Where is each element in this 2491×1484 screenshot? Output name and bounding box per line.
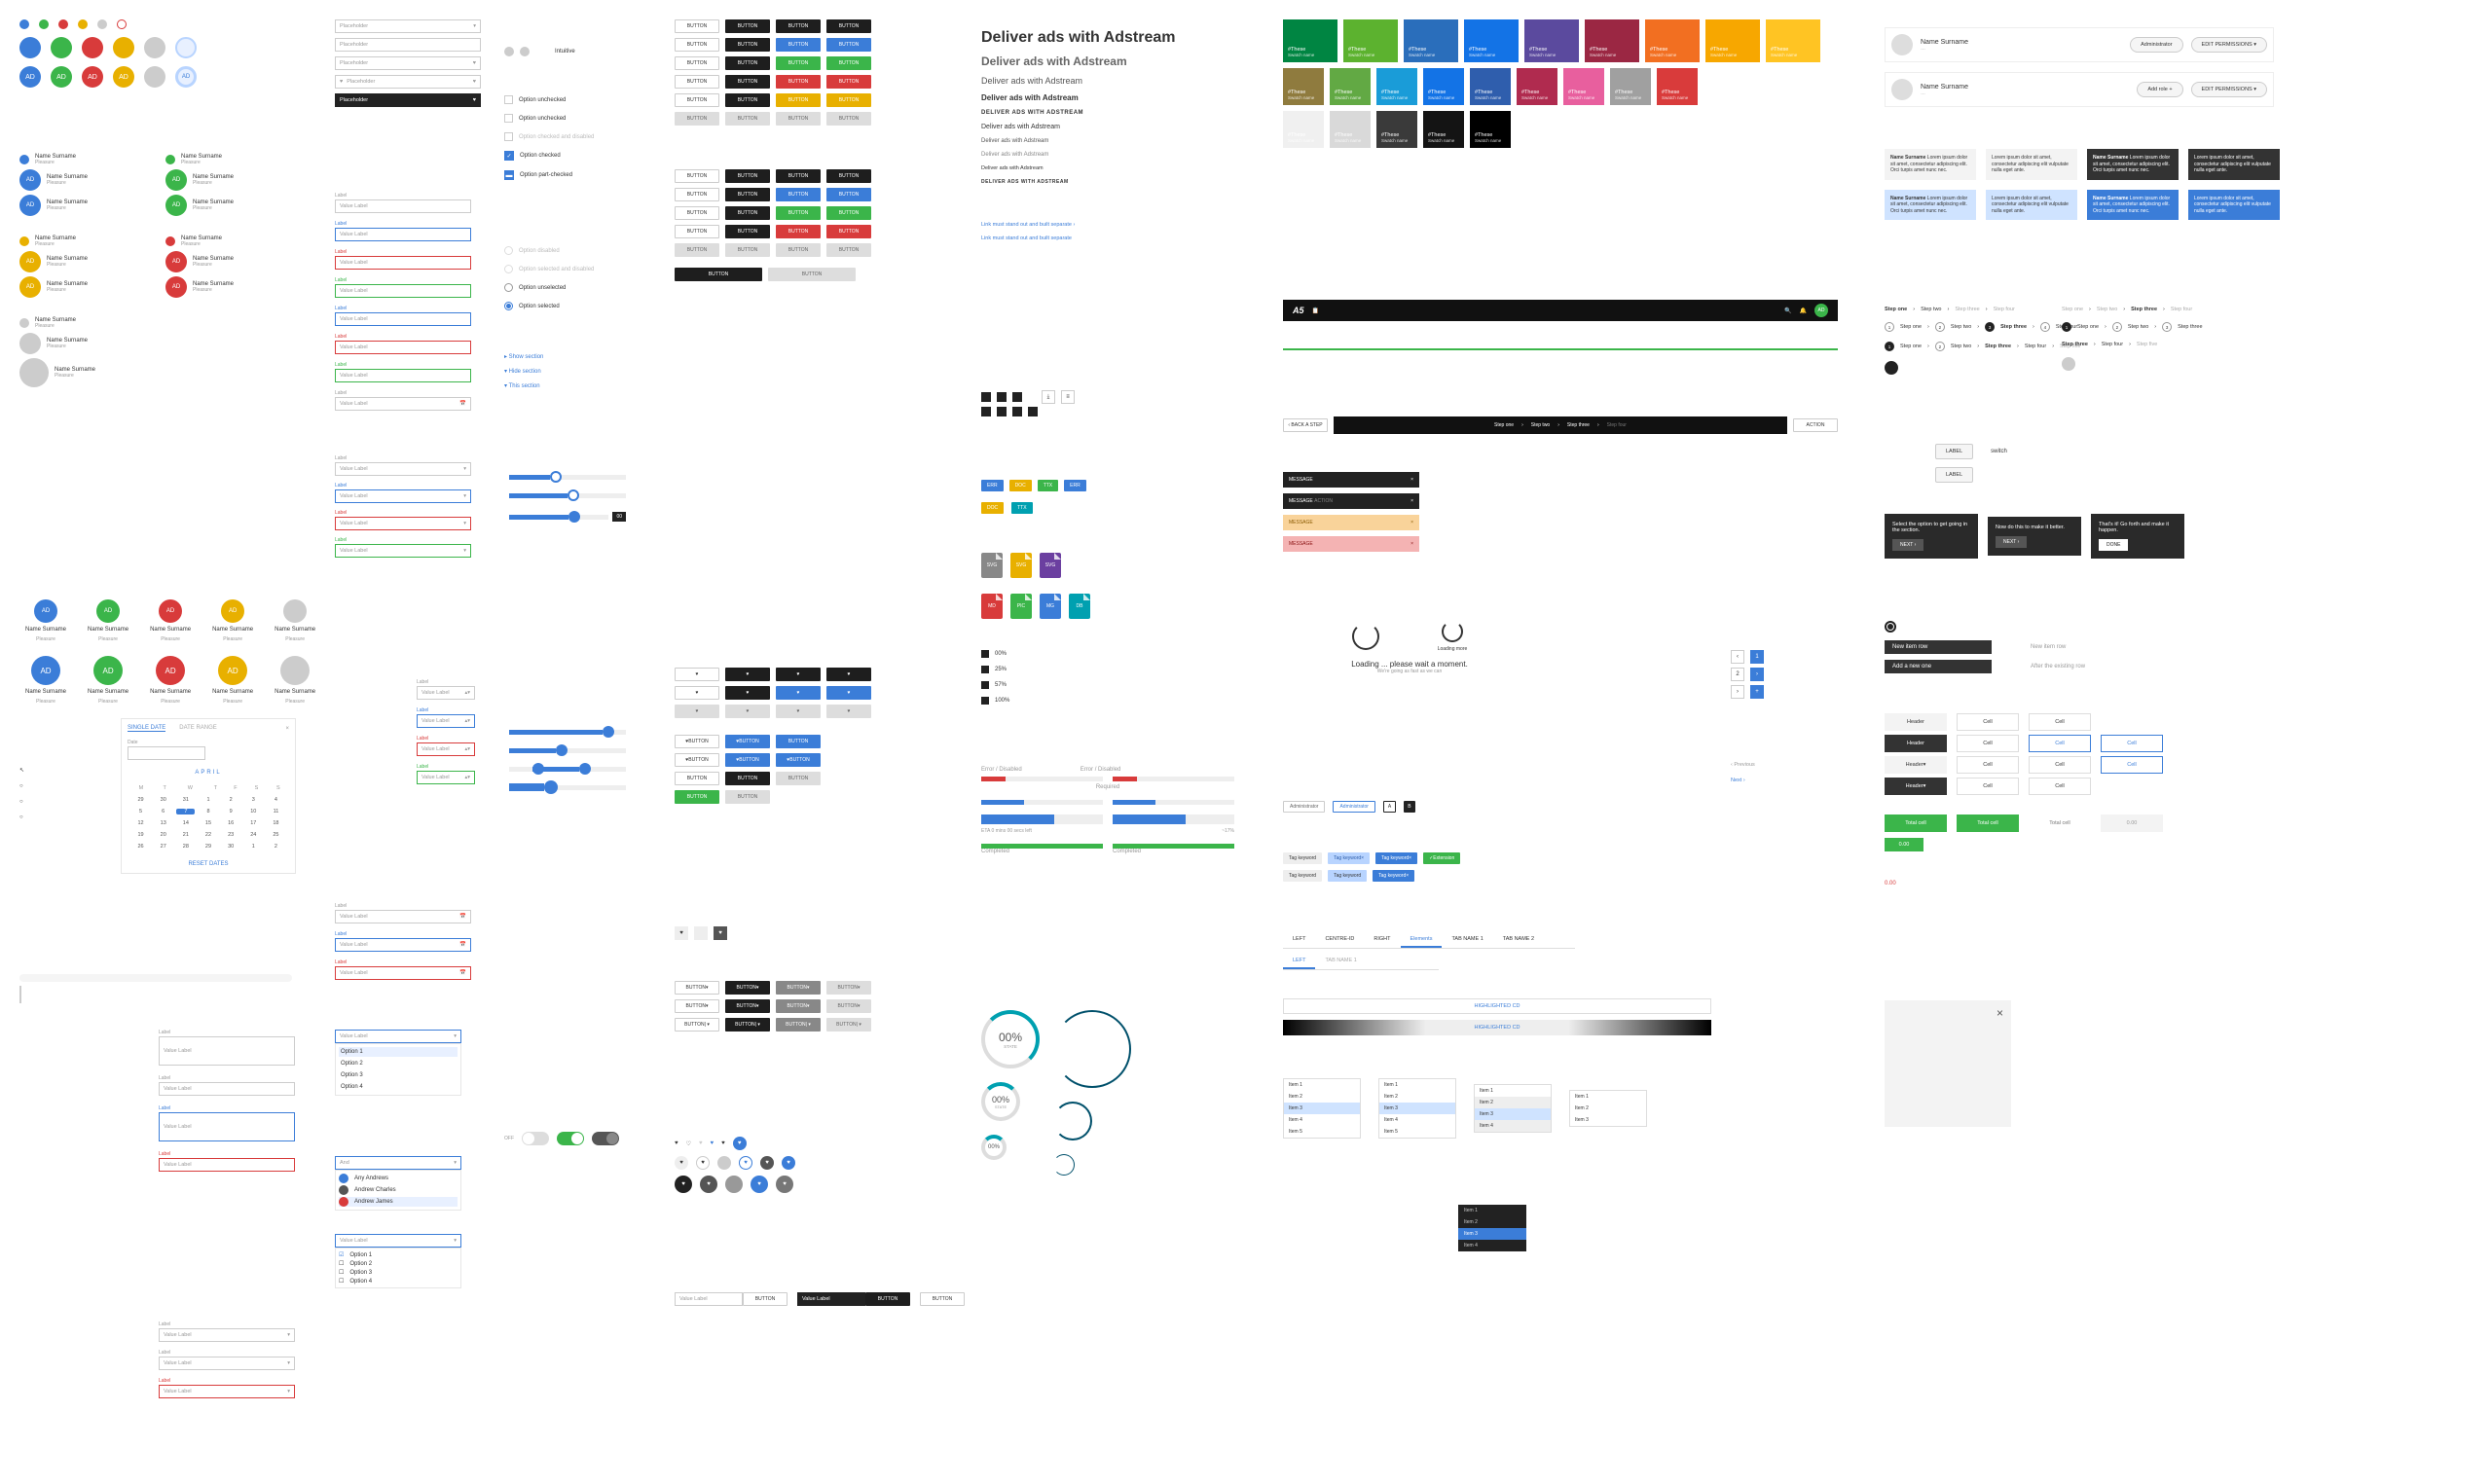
pointer-icon: ↖ — [19, 767, 24, 774]
avatar — [19, 37, 41, 58]
avatar-dot — [78, 19, 88, 29]
select-people[interactable]: And▾ Any Andrews Andrew Charles Andrew J… — [335, 1156, 461, 1211]
mini-icons: ⤓ ≡ — [981, 390, 1075, 404]
heart-icons: ♥♡♥♥♥♥ ♥ ♥ ♥ ♥ ♥ ♥ ♥ ♥ ♥ — [675, 1137, 795, 1193]
stepper-inputs: LabelValue Label▾ LabelValue Label▾ Labe… — [335, 455, 471, 558]
icon-strip: ↖ ○ ○ ○ — [19, 767, 24, 820]
switches: OFF — [504, 1132, 619, 1145]
tag-keywords: Tag keyword Tag keyword × Tag keyword × … — [1283, 852, 1460, 882]
avatar — [82, 37, 103, 58]
avatar — [144, 37, 165, 58]
cells-grid: Header Header Header ▾ Header ▾ Cell Cel… — [1885, 713, 2163, 887]
note-cards: Name Surname Lorem ipsum dolor sit amet,… — [1885, 149, 2284, 220]
calendar-inputs: LabelValue Label📅 LabelValue Label📅 Labe… — [335, 903, 471, 980]
circle-icon: ○ — [19, 783, 24, 789]
circle-icon: ○ — [19, 799, 24, 805]
dark-list[interactable]: Item 1 Item 2 Item 3 Item 4 — [1458, 1205, 1526, 1251]
radio-big[interactable] — [1885, 621, 1896, 633]
tabs[interactable]: LEFTCENTRE-IDRIGHTElementsTAB NAME 1TAB … — [1283, 932, 1575, 949]
new-item-rows: New item rowNew item row Add a new oneAf… — [1885, 640, 2196, 673]
avatar — [144, 66, 165, 88]
progress-line — [1283, 348, 1838, 350]
select-checkboxes[interactable]: Value Label▾ ☑Option 1 ☐Option 2 ☐Option… — [335, 1234, 461, 1288]
avatar-initials: AD — [175, 66, 197, 88]
square-icons: ♥ ♥ — [675, 926, 727, 940]
loading: Loading more Loading ... please wait a m… — [1283, 621, 1536, 674]
tabs-short[interactable]: LEFTTAB NAME 1 — [1283, 954, 1439, 970]
bell-icon[interactable]: 🔔 — [1800, 308, 1807, 314]
breadcrumb-steppers-2: Step one › Step two › Step three › Step … — [2062, 307, 2203, 371]
donuts: 00%STATE 00%STATE 00% — [981, 1010, 1131, 1176]
input-variants: Placeholder▾ Placeholder Placeholder♥ ♥P… — [335, 19, 481, 107]
checkboxes: Option unchecked Option unchecked Option… — [504, 95, 594, 180]
pills: LABELswitch LABEL — [1935, 444, 2007, 483]
list-boxes: Item 1Item 2Item 3Item 4Item 5 Item 1Ite… — [1283, 1078, 1647, 1139]
avatar-dot — [39, 19, 49, 29]
avatar-initials: AD — [113, 66, 134, 88]
tooltip-cards: Select the option to get going in the se… — [1885, 514, 2184, 559]
file-badges: SVG SVG SVG — [981, 553, 1061, 578]
percent-rows: 00% 25% 57% 100% — [981, 650, 1009, 705]
avatar — [175, 37, 197, 58]
avatar-stack: ADName SurnamePleasure ADName SurnamePle… — [25, 599, 315, 705]
far-selects: LabelValue Label▾ LabelValue Label▾ Labe… — [159, 1321, 295, 1398]
date-input[interactable] — [128, 746, 205, 760]
palette-grid: #TheseSwatch name#TheseSwatch name#These… — [1283, 19, 1820, 148]
avatar-list: Name SurnamePleasure ADName SurnamePleas… — [19, 154, 165, 387]
radios: Option disabled Option selected and disa… — [504, 246, 594, 310]
permission-rows: Name Surname… Administrator EDIT PERMISS… — [1885, 27, 2274, 107]
close-icon[interactable]: × — [285, 726, 289, 732]
messages: MESSAGE× MESSAGE ACTION× MESSAGE× MESSAG… — [1283, 472, 1419, 552]
button-grid: BUTTONBUTTONBUTTONBUTTON BUTTONBUTTONBUT… — [675, 19, 871, 281]
avatar-dot — [19, 19, 29, 29]
avatar-initials: AD — [19, 66, 41, 88]
typography: Deliver ads with Adstream Deliver ads wi… — [981, 29, 1175, 241]
admin-chips: Administrator Administrator A B — [1283, 801, 1415, 813]
avatar-dot — [117, 19, 127, 29]
avatar-dot — [58, 19, 68, 29]
select-open[interactable]: Value Label▾ Option 1 Option 2 Option 3 … — [335, 1030, 461, 1096]
circle-icon: ○ — [19, 814, 24, 820]
search-icon[interactable]: 🔍 — [1784, 308, 1791, 314]
labeled-inputs: LabelValue Label LabelValue Label LabelV… — [335, 193, 471, 411]
pager-links: ‹ Previous Next › — [1731, 762, 1755, 783]
pager-squares: ‹1 2› ›+ — [1731, 650, 1764, 699]
spinners: LabelValue Label▴▾ LabelValue Label▴▾ La… — [417, 679, 475, 784]
right-inputs: LabelValue Label LabelValue Label LabelV… — [159, 1030, 295, 1172]
step-bar: ‹ BACK A STEP Step one › Step two › Step… — [1283, 416, 1838, 434]
progress-group: Error / DisabledError / Disabled Require… — [981, 767, 1234, 854]
highlighted: HIGHLIGHTED CD HIGHLIGHTED CD — [1283, 998, 1711, 1035]
avatar — [51, 37, 72, 58]
navbar: A5 📋 🔍 🔔 AD — [1283, 300, 1838, 321]
comment-bar[interactable] — [19, 974, 292, 1003]
avatar-dot — [97, 19, 107, 29]
links: ▸ Show section ▾ Hide section ▾ This sec… — [504, 353, 543, 389]
avatar-initials: AD — [82, 66, 103, 88]
dropdown-buttons: BUTTON ▾BUTTON ▾BUTTON ▾BUTTON ▾ BUTTON … — [675, 981, 871, 1032]
split-buttons: ♥♥♥♥ ♥♥♥♥ ♥♥♥♥ ♥ BUTTON♥ BUTTONBUTTON ♥ … — [675, 668, 871, 804]
avatar-initials: AD — [51, 66, 72, 88]
combo-inputs: Value LabelBUTTON Value LabelBUTTON BUTT… — [675, 1292, 965, 1306]
color-chips: ERR DOC TTX ERR — [981, 480, 1086, 491]
datepicker[interactable]: SINGLE DATE DATE RANGE × Date APRIL MTWT… — [121, 718, 296, 874]
breadcrumb-steppers: Step one › Step two › Step three › Step … — [1885, 307, 2080, 375]
grey-modal: × — [1885, 1000, 2011, 1127]
menu-icon[interactable]: 📋 — [1312, 308, 1319, 314]
sliders: 00 — [509, 475, 626, 790]
avatar-list: Name SurnamePleasure ADName SurnamePleas… — [165, 154, 311, 298]
avatar — [113, 37, 134, 58]
toggle[interactable]: Intuitive — [504, 47, 650, 56]
close-icon[interactable]: × — [1996, 1006, 2003, 1020]
